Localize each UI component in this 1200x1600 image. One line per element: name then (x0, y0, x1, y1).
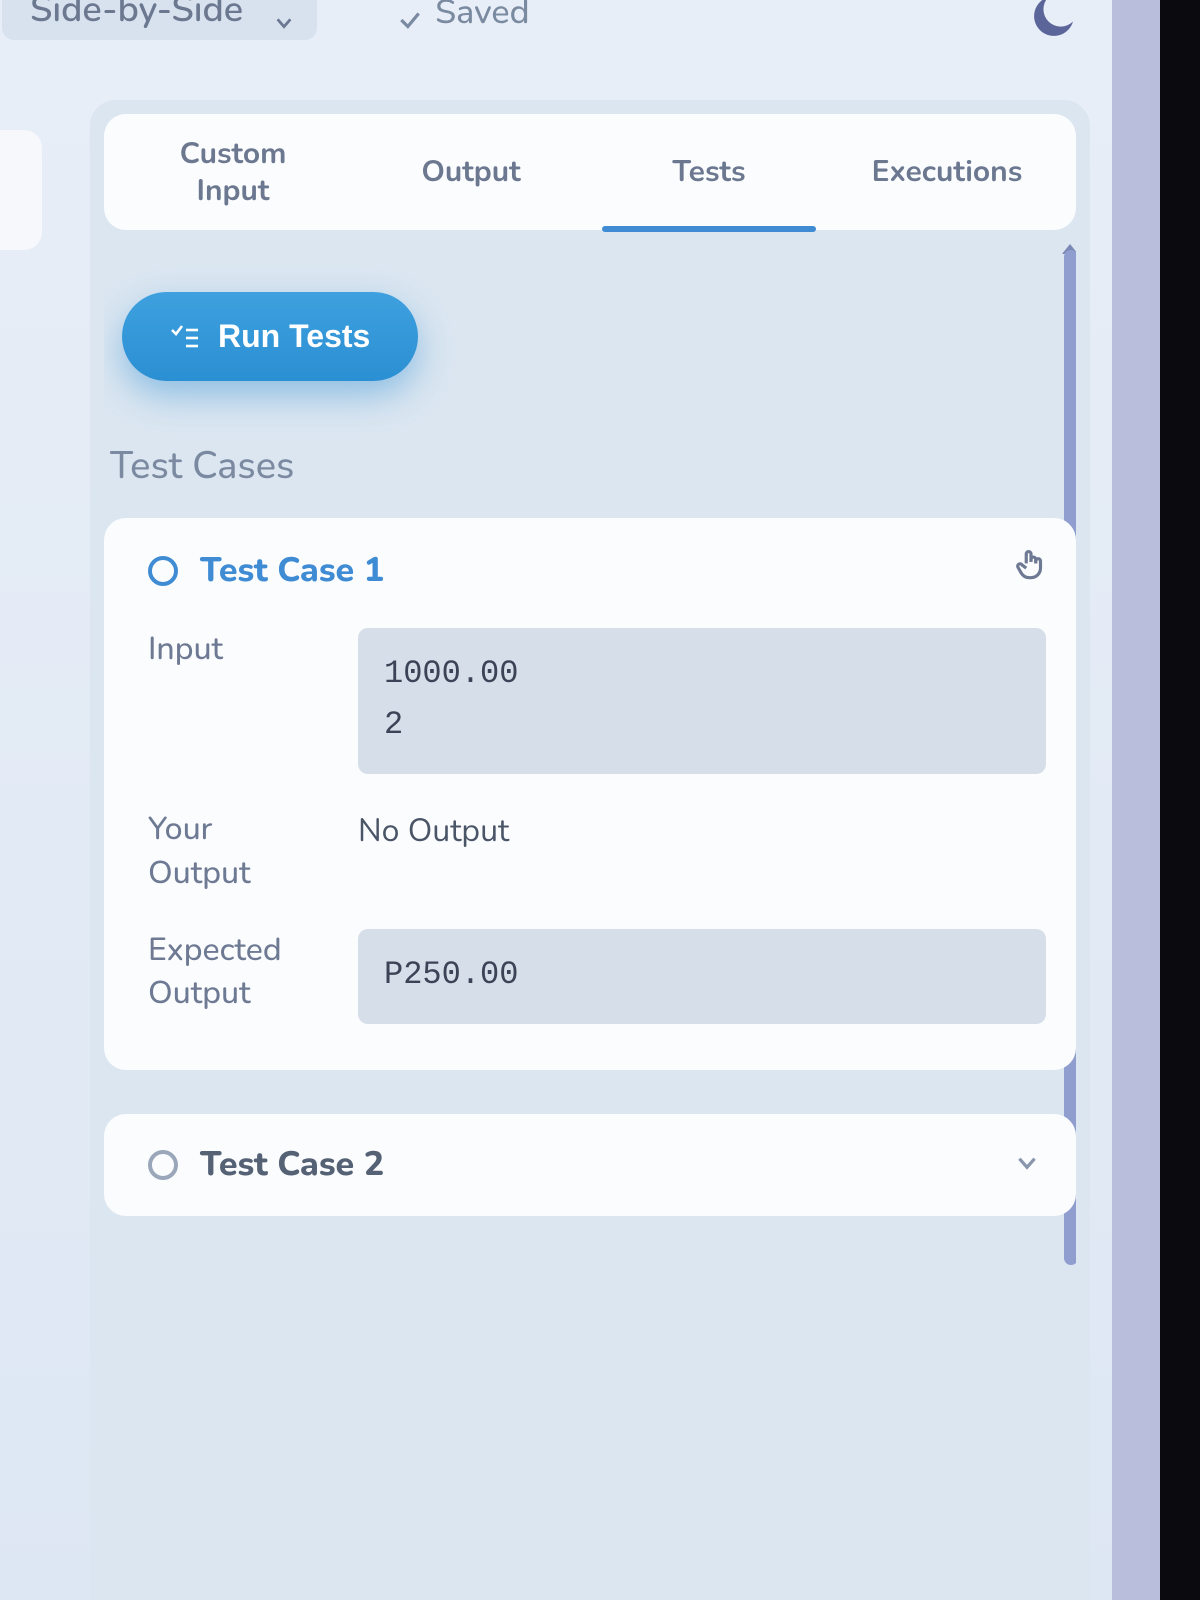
saved-label: Saved (435, 0, 529, 36)
tab-label: Executions (872, 153, 1023, 191)
results-panel: Custom Input Output Tests Executions (90, 100, 1090, 1600)
saved-status: Saved (397, 0, 529, 36)
status-circle-icon (148, 556, 178, 586)
check-icon (397, 0, 423, 26)
tab-output[interactable]: Output (352, 114, 590, 230)
tab-tests[interactable]: Tests (590, 114, 828, 230)
tab-label: Tests (672, 153, 745, 191)
test-case-title: Test Case 1 (200, 548, 384, 594)
checklist-icon (170, 323, 200, 351)
view-mode-dropdown[interactable]: Side-by-Side (2, 0, 317, 40)
screen-bezel (1160, 0, 1200, 1600)
tab-label: Output (421, 153, 520, 191)
test-case-card[interactable]: Test Case 2 (104, 1114, 1076, 1216)
input-value: 1000.00 2 (358, 628, 1046, 774)
test-case-title: Test Case 2 (200, 1142, 384, 1188)
status-circle-icon (148, 1150, 178, 1180)
your-output-label: Your Output (148, 808, 328, 894)
section-title: Test Cases (110, 441, 1076, 492)
chevron-down-icon (273, 0, 295, 20)
view-mode-label: Side-by-Side (30, 0, 243, 34)
expected-output-value: P250.00 (358, 929, 1046, 1024)
your-output-value: No Output (358, 808, 1046, 853)
test-case-card[interactable]: Test Case 1 Input 1000.00 2 Your Output … (104, 518, 1076, 1070)
run-tests-button[interactable]: Run Tests (122, 292, 418, 381)
input-row: Input 1000.00 2 (148, 628, 1046, 774)
tabs-bar: Custom Input Output Tests Executions (104, 114, 1076, 230)
moon-icon[interactable] (1024, 0, 1080, 46)
left-panel-edge (0, 130, 42, 250)
input-label: Input (148, 628, 328, 671)
expected-output-row: Expected Output P250.00 (148, 929, 1046, 1024)
run-tests-label: Run Tests (218, 318, 370, 355)
your-output-row: Your Output No Output (148, 808, 1046, 894)
tests-content: Run Tests Test Cases Test Case 1 Input 1… (104, 244, 1076, 1600)
tab-custom-input[interactable]: Custom Input (114, 114, 352, 230)
right-gutter (1112, 0, 1160, 1600)
topbar: Side-by-Side Saved (0, 0, 1200, 60)
test-case-header[interactable]: Test Case 2 (148, 1142, 1046, 1188)
tab-executions[interactable]: Executions (828, 114, 1066, 230)
chevron-down-icon[interactable] (1014, 1150, 1040, 1176)
expected-output-label: Expected Output (148, 929, 328, 1015)
tab-label: Custom Input (180, 135, 287, 210)
test-case-header[interactable]: Test Case 1 (148, 548, 1046, 594)
pointer-cursor-icon (1012, 546, 1050, 584)
